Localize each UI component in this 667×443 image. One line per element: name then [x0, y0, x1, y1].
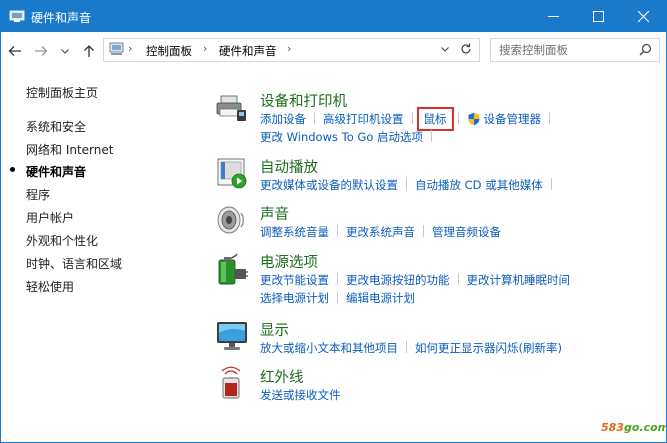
- search-input[interactable]: [497, 41, 636, 59]
- sidebar-item-user-accounts[interactable]: 用户帐户: [26, 209, 74, 226]
- computer-sleep-time-link[interactable]: 更改计算机睡眠时间: [467, 272, 571, 288]
- sound-title[interactable]: 声音: [260, 203, 289, 224]
- devices-printers-links-row-2: 更改 Windows To Go 启动选项: [260, 129, 440, 145]
- sidebar-item-system-security[interactable]: 系统和安全: [26, 118, 86, 135]
- section-autoplay: 自动播放 更改媒体或设备的默认设置 自动播放 CD 或其他媒体: [215, 156, 665, 196]
- search-box[interactable]: [490, 38, 660, 62]
- hardware-sound-app-icon: [9, 9, 25, 23]
- maximize-button[interactable]: [576, 1, 621, 32]
- monitor-icon: [215, 319, 249, 353]
- sidebar-item-programs[interactable]: 程序: [26, 186, 50, 203]
- breadcrumb-separator-icon[interactable]: ›: [128, 42, 132, 55]
- windows-to-go-link[interactable]: 更改 Windows To Go 启动选项: [260, 129, 423, 145]
- search-icon[interactable]: [639, 43, 652, 59]
- section-sound: 声音 调整系统音量 更改系统声音 管理音频设备: [215, 203, 665, 243]
- main-content: 设备和打印机 添加设备 高级打印机设置 鼠标 设备管理器 更改 Windows To …: [201, 70, 666, 442]
- power-options-links-row-2: 选择电源计划 编辑电源计划: [260, 290, 415, 306]
- autoplay-links-row-1: 更改媒体或设备的默认设置 自动播放 CD 或其他媒体: [260, 177, 560, 193]
- infrared-icon: [215, 366, 249, 400]
- power-button-function-link[interactable]: 更改电源按钮的功能: [346, 272, 450, 288]
- display-links-row-1: 放大或缩小文本和其他项目 如何更正显示器闪烁(刷新率): [260, 340, 562, 356]
- up-arrow-icon[interactable]: [81, 43, 97, 59]
- power-options-links-row-1: 更改节能设置 更改电源按钮的功能 更改计算机睡眠时间: [260, 272, 570, 288]
- choose-power-plan-link[interactable]: 选择电源计划: [260, 290, 329, 306]
- address-bar[interactable]: › 控制面板 › 硬件和声音 ›: [103, 38, 480, 62]
- sidebar-item-ease-of-access[interactable]: 轻松使用: [26, 278, 74, 295]
- recent-locations-chevron-icon[interactable]: [57, 43, 73, 59]
- devices-printers-links-row-1: 添加设备 高级打印机设置 鼠标 设备管理器: [260, 107, 558, 131]
- manage-audio-devices-link[interactable]: 管理音频设备: [432, 224, 501, 240]
- edit-power-plan-link[interactable]: 编辑电源计划: [346, 290, 415, 306]
- devices-printers-title[interactable]: 设备和打印机: [260, 90, 347, 111]
- title-bar[interactable]: 硬件和声音: [1, 1, 666, 32]
- infrared-title[interactable]: 红外线: [260, 366, 304, 387]
- advanced-printer-setup-link[interactable]: 高级打印机设置: [323, 111, 404, 127]
- back-arrow-icon[interactable]: [7, 43, 23, 59]
- navigation-bar: › 控制面板 › 硬件和声音 ›: [1, 32, 666, 70]
- autoplay-title[interactable]: 自动播放: [260, 156, 318, 177]
- sidebar: 控制面板主页 系统和安全 网络和 Internet 硬件和声音 程序 用户帐户 …: [1, 70, 201, 442]
- sidebar-item-hardware-sound[interactable]: 硬件和声音: [26, 163, 86, 180]
- autoplay-icon: [215, 156, 249, 190]
- printer-icon: [215, 90, 249, 124]
- refresh-icon[interactable]: [459, 42, 473, 59]
- site-watermark: 583go.com: [601, 421, 667, 434]
- breadcrumb-separator-icon[interactable]: ›: [203, 42, 207, 55]
- minimize-button[interactable]: [531, 1, 576, 32]
- power-options-title[interactable]: 电源选项: [260, 251, 318, 272]
- section-display: 显示 放大或缩小文本和其他项目 如何更正显示器闪烁(刷新率): [215, 319, 665, 359]
- close-button[interactable]: [621, 1, 666, 32]
- adjust-volume-link[interactable]: 调整系统音量: [260, 224, 329, 240]
- control-panel-window: 硬件和声音 › 控制面板 › 硬件和声音 › 搜索控制面板 控制面板主页 系统和…: [0, 0, 667, 443]
- send-receive-files-link[interactable]: 发送或接收文件: [260, 387, 341, 403]
- device-manager-link[interactable]: 设备管理器: [484, 111, 542, 127]
- sidebar-item-control-panel-home[interactable]: 控制面板主页: [26, 84, 98, 101]
- section-devices-printers: 设备和打印机 添加设备 高级打印机设置 鼠标 设备管理器 更改 Windows To …: [215, 90, 665, 146]
- infrared-links-row-1: 发送或接收文件: [260, 387, 341, 403]
- section-infrared: 红外线 发送或接收文件: [215, 366, 665, 406]
- autoplay-cd-link[interactable]: 自动播放 CD 或其他媒体: [415, 177, 543, 193]
- change-media-defaults-link[interactable]: 更改媒体或设备的默认设置: [260, 177, 398, 193]
- change-system-sounds-link[interactable]: 更改系统声音: [346, 224, 415, 240]
- add-device-link[interactable]: 添加设备: [260, 111, 306, 127]
- text-size-link[interactable]: 放大或缩小文本和其他项目: [260, 340, 398, 356]
- speaker-icon: [215, 203, 249, 237]
- uac-shield-icon: [467, 112, 481, 129]
- section-power-options: 电源选项 更改节能设置 更改电源按钮的功能 更改计算机睡眠时间 选择电源计划 编辑电源…: [215, 251, 665, 307]
- sidebar-item-network-internet[interactable]: 网络和 Internet: [26, 141, 113, 158]
- breadcrumb-hardware-sound[interactable]: 硬件和声音: [219, 43, 277, 59]
- current-item-bullet-icon: [10, 167, 15, 172]
- sound-links-row-1: 调整系统音量 更改系统声音 管理音频设备: [260, 224, 501, 240]
- change-power-saving-link[interactable]: 更改节能设置: [260, 272, 329, 288]
- battery-icon: [215, 251, 249, 285]
- display-title[interactable]: 显示: [260, 319, 289, 340]
- address-dropdown-chevron-icon[interactable]: [439, 43, 451, 58]
- control-panel-icon: [109, 42, 125, 59]
- breadcrumb-control-panel[interactable]: 控制面板: [146, 43, 192, 59]
- sidebar-item-appearance[interactable]: 外观和个性化: [26, 232, 98, 249]
- window-title: 硬件和声音: [31, 11, 92, 25]
- mouse-link[interactable]: 鼠标: [416, 107, 454, 131]
- breadcrumb-separator-icon[interactable]: ›: [287, 42, 291, 55]
- monitor-flicker-link[interactable]: 如何更正显示器闪烁(刷新率): [415, 340, 562, 356]
- sidebar-item-clock-region[interactable]: 时钟、语言和区域: [26, 255, 122, 272]
- forward-arrow-icon[interactable]: [33, 43, 49, 59]
